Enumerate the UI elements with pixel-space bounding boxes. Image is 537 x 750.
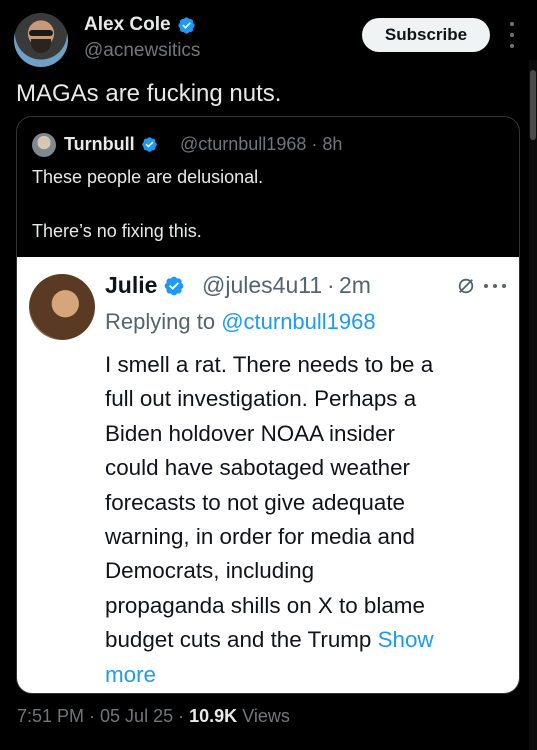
embedded-body-line: propaganda shills on X to blame [105,592,425,618]
embedded-time: 2m [339,272,371,298]
show-more-link-continued: more [105,661,157,687]
views-count[interactable]: 10.9K [189,706,237,726]
embedded-replying-to: Replying to @cturnbull1968 [105,309,376,335]
embedded-body: I smell a rat. There needs to be a full … [105,348,513,692]
views-label: Views [242,706,290,726]
quoted-author-handle: @cturnbull1968 · 8h [180,134,343,154]
quoted-avatar[interactable] [32,133,56,157]
quoted-author-name-label: Turnbull [64,134,135,154]
embedded-author-name-label: Julie [105,272,158,298]
embedded-body-last-line: budget cuts and the Trump Show [105,623,513,657]
subscribe-button[interactable]: Subscribe [362,18,490,52]
tweet-meta: 7:51 PM · 05 Jul 25 · 10.9K Views [17,706,290,727]
verified-badge-icon [141,137,157,152]
author-handle[interactable]: @acnewsitics [84,40,200,62]
more-dot [493,284,497,288]
verified-badge-icon [177,16,195,34]
embedded-author-name: Julie [105,272,185,299]
verified-badge-icon [165,276,184,295]
embedded-body-line: Democrats, including [105,558,315,584]
author-name-label: Alex Cole [84,14,171,35]
quoted-text-line2: There’s no fixing this. [32,221,202,241]
embedded-body-line: full out investigation. Perhaps a [105,386,417,412]
more-dot [510,22,514,26]
quoted-text-line1: These people are delusional. [32,167,264,187]
embedded-author-handle: @jules4u11 [202,272,323,298]
quoted-author-name[interactable]: Turnbull [64,134,158,155]
embedded-body-line: forecasts to not give adequate [105,489,405,515]
avatar-beard [31,39,51,53]
more-dot [510,33,514,37]
more-dot [510,44,514,48]
scrollbar-track[interactable] [529,60,537,750]
timestamp[interactable]: 7:51 PM · 05 Jul 25 [17,706,173,726]
embedded-screenshot[interactable]: Julie @jules4u11 · 2m Replying to @cturn… [17,257,519,693]
author-name[interactable]: Alex Cole [84,14,196,36]
embedded-dot-separator: · [327,272,335,298]
embedded-body-line: could have sabotaged weather [105,455,410,481]
replying-prefix: Replying to [105,309,222,334]
scrollbar-thumb[interactable] [530,70,536,140]
tweet-text: MAGAs are fucking nuts. [16,80,282,107]
more-dot [484,284,488,288]
replying-mention: @cturnbull1968 [221,309,376,334]
meta-separator: · [178,706,185,726]
grok-icon [458,278,474,294]
embedded-body-line: Biden holdover NOAA insider [105,420,395,446]
more-dot [502,284,506,288]
embedded-body-line: budget cuts and the Trump [105,627,378,653]
embedded-body-line: I smell a rat. There needs to be a [105,352,434,377]
more-options-icon [484,284,506,288]
avatar-sunglasses [29,30,53,36]
show-more-link: Show [377,627,434,653]
embedded-body-line: warning, in order for media and [105,524,415,550]
more-options-icon[interactable] [508,22,516,48]
embedded-avatar [29,274,95,340]
avatar[interactable] [14,13,68,67]
